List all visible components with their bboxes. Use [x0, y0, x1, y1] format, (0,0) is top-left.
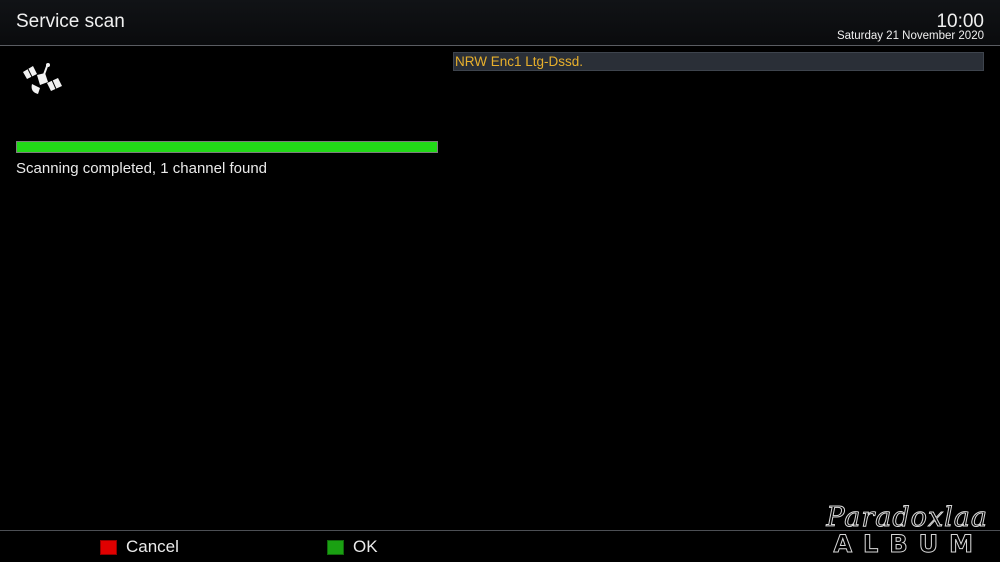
- ok-button-label: OK: [353, 537, 378, 556]
- found-channel-list[interactable]: NRW Enc1 Ltg-Dssd.: [453, 52, 984, 71]
- watermark-script-text: Paradoxlaa: [826, 502, 988, 534]
- channel-list-item[interactable]: NRW Enc1 Ltg-Dssd.: [453, 52, 984, 71]
- clock-date: Saturday 21 November 2020: [836, 30, 984, 42]
- cancel-button[interactable]: Cancel: [100, 537, 179, 557]
- screen-title: Service scan: [16, 11, 125, 32]
- scan-progress-fill: [17, 142, 437, 152]
- scan-progress-bar: [16, 141, 438, 153]
- scan-status-text: Scanning completed, 1 channel found: [16, 160, 268, 177]
- watermark-block-text: ALBUM: [833, 530, 984, 559]
- ok-button[interactable]: OK: [327, 537, 378, 557]
- title-bar: Service scan 10:00 Saturday 21 November …: [0, 0, 1000, 46]
- satellite-icon: [23, 63, 62, 94]
- green-key-icon: [327, 539, 344, 555]
- watermark-logo: Paradoxlaa ALBUM: [792, 502, 992, 559]
- cancel-button-label: Cancel: [126, 537, 179, 556]
- red-key-icon: [100, 539, 117, 555]
